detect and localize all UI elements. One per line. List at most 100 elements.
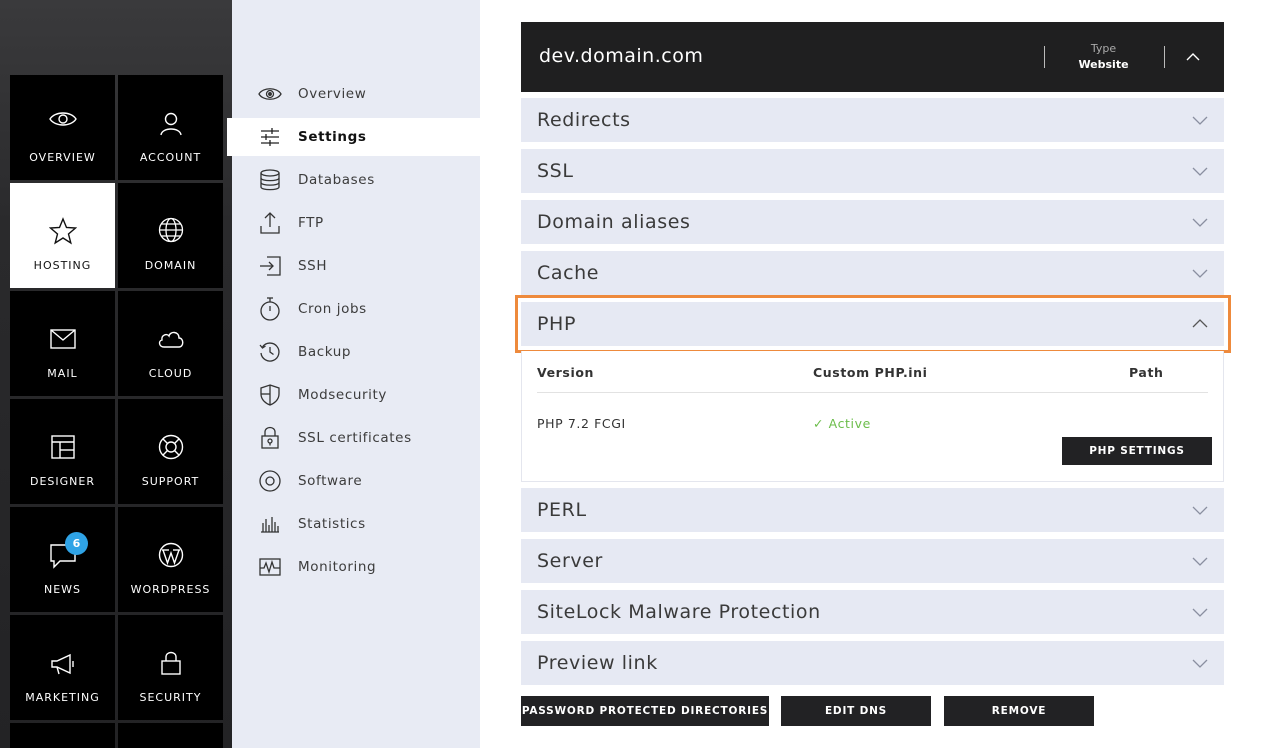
submenu-label: SSL certificates [298,430,412,446]
section-title: Domain aliases [537,211,691,233]
chevron-up-icon [1186,53,1200,61]
eye-icon [258,82,282,106]
submenu-ftp[interactable]: FTP [232,204,480,242]
certificate-lock-icon [258,426,282,450]
section-title: Server [537,550,603,572]
nav-tile-marketing[interactable]: MARKETING [10,615,115,720]
section-sitelock[interactable]: SiteLock Malware Protection [521,590,1224,634]
submenu-cron-jobs[interactable]: Cron jobs [232,290,480,328]
password-protected-directories-button[interactable]: PASSWORD PROTECTED DIRECTORIES [521,696,769,726]
chevron-down-icon [1192,557,1208,566]
lifebuoy-icon [118,434,223,460]
upload-icon [258,211,282,235]
nav-tile-label: MAIL [47,367,78,380]
section-server[interactable]: Server [521,539,1224,583]
submenu-label: Overview [298,86,367,102]
section-perl[interactable]: PERL [521,488,1224,532]
submenu-label: SSH [298,258,328,274]
section-cache[interactable]: Cache [521,251,1224,295]
nav-tile-domain[interactable]: DOMAIN [118,183,223,288]
section-title: Cache [537,262,600,284]
submenu-ssl-certificates[interactable]: SSL certificates [232,419,480,457]
user-icon [118,112,223,136]
section-redirects[interactable]: Redirects [521,98,1224,142]
nav-tile-label: DESIGNER [30,475,95,488]
nav-tile-wordpress[interactable]: WORDPRESS [118,507,223,612]
section-title: Redirects [537,109,631,131]
nav-tile-label: MARKETING [25,691,100,704]
nav-tile-account[interactable]: ACCOUNT [118,75,223,180]
envelope-icon [10,329,115,349]
chevron-down-icon [1192,218,1208,227]
section-title: PHP [537,313,577,335]
nav-tile-label: CLOUD [148,367,193,380]
layout-icon [10,435,115,459]
type-label: Type [1090,42,1117,55]
disc-icon [258,469,282,493]
section-title: Preview link [537,652,658,674]
chevron-down-icon [1192,269,1208,278]
submenu-ssh[interactable]: SSH [232,247,480,285]
nav-tile-designer[interactable]: DESIGNER [10,399,115,504]
php-settings-button[interactable]: PHP SETTINGS [1062,437,1212,465]
section-domain-aliases[interactable]: Domain aliases [521,200,1224,244]
submenu-backup[interactable]: Backup [232,333,480,371]
nav-tile-label: WORDPRESS [130,583,211,596]
nav-tile-label: OVERVIEW [29,151,96,164]
chevron-down-icon [1192,608,1208,617]
pulse-icon [258,555,282,579]
domain-header: dev.domain.com Type Website [521,22,1224,92]
submenu-settings[interactable]: Settings [227,118,480,156]
section-php[interactable]: PHP [521,302,1224,346]
php-version-value: PHP 7.2 FCGI [537,416,626,431]
nav-tile-security[interactable]: SECURITY [118,615,223,720]
php-panel: Version Custom PHP.ini Path PHP 7.2 FCGI… [521,351,1224,482]
nav-tile-label: SECURITY [139,691,202,704]
hosting-submenu: Overview Settings Databases FTP SSH Cron… [227,0,480,748]
login-icon [258,254,282,278]
database-icon [258,168,282,192]
nav-tile-label: NEWS [43,583,82,596]
news-count-badge: 6 [65,532,88,555]
submenu-label: Software [298,473,363,489]
type-value: Website [1078,58,1129,71]
submenu-label: Monitoring [298,559,377,575]
nav-tile-news[interactable]: 6 NEWS [10,507,115,612]
nav-tile-hosting[interactable]: HOSTING [10,183,115,288]
nav-tile-more[interactable] [118,723,223,748]
edit-dns-button[interactable]: EDIT DNS [781,696,931,726]
submenu-software[interactable]: Software [232,462,480,500]
section-title: PERL [537,499,587,521]
column-header-custom-php-ini: Custom PHP.ini [813,365,928,380]
chevron-down-icon [1192,116,1208,125]
nav-tile-cloud[interactable]: CLOUD [118,291,223,396]
submenu-label: Backup [298,344,352,360]
nav-tile-label: ACCOUNT [139,151,202,164]
lock-icon [118,651,223,675]
star-icon [10,217,115,245]
section-ssl[interactable]: SSL [521,149,1224,193]
nav-tile-more[interactable] [10,723,115,748]
column-header-path: Path [1129,365,1164,380]
remove-button[interactable]: REMOVE [944,696,1094,726]
submenu-statistics[interactable]: Statistics [232,505,480,543]
chevron-down-icon [1192,167,1208,176]
nav-tile-overview[interactable]: OVERVIEW [10,75,115,180]
submenu-overview[interactable]: Overview [232,75,480,113]
wordpress-icon [118,542,223,568]
submenu-databases[interactable]: Databases [232,161,480,199]
nav-tile-mail[interactable]: MAIL [10,291,115,396]
bar-chart-icon [258,512,282,536]
cloud-icon [118,329,223,349]
nav-tile-label: DOMAIN [144,259,197,272]
submenu-monitoring[interactable]: Monitoring [232,548,480,586]
chevron-down-icon [1192,506,1208,515]
sliders-icon [258,125,282,149]
collapse-header-button[interactable] [1181,46,1205,68]
submenu-modsecurity[interactable]: Modsecurity [232,376,480,414]
submenu-label: Statistics [298,516,366,532]
section-preview-link[interactable]: Preview link [521,641,1224,685]
nav-tile-label: SUPPORT [141,475,200,488]
custom-php-ini-status: ✓ Active [813,416,871,431]
nav-tile-support[interactable]: SUPPORT [118,399,223,504]
